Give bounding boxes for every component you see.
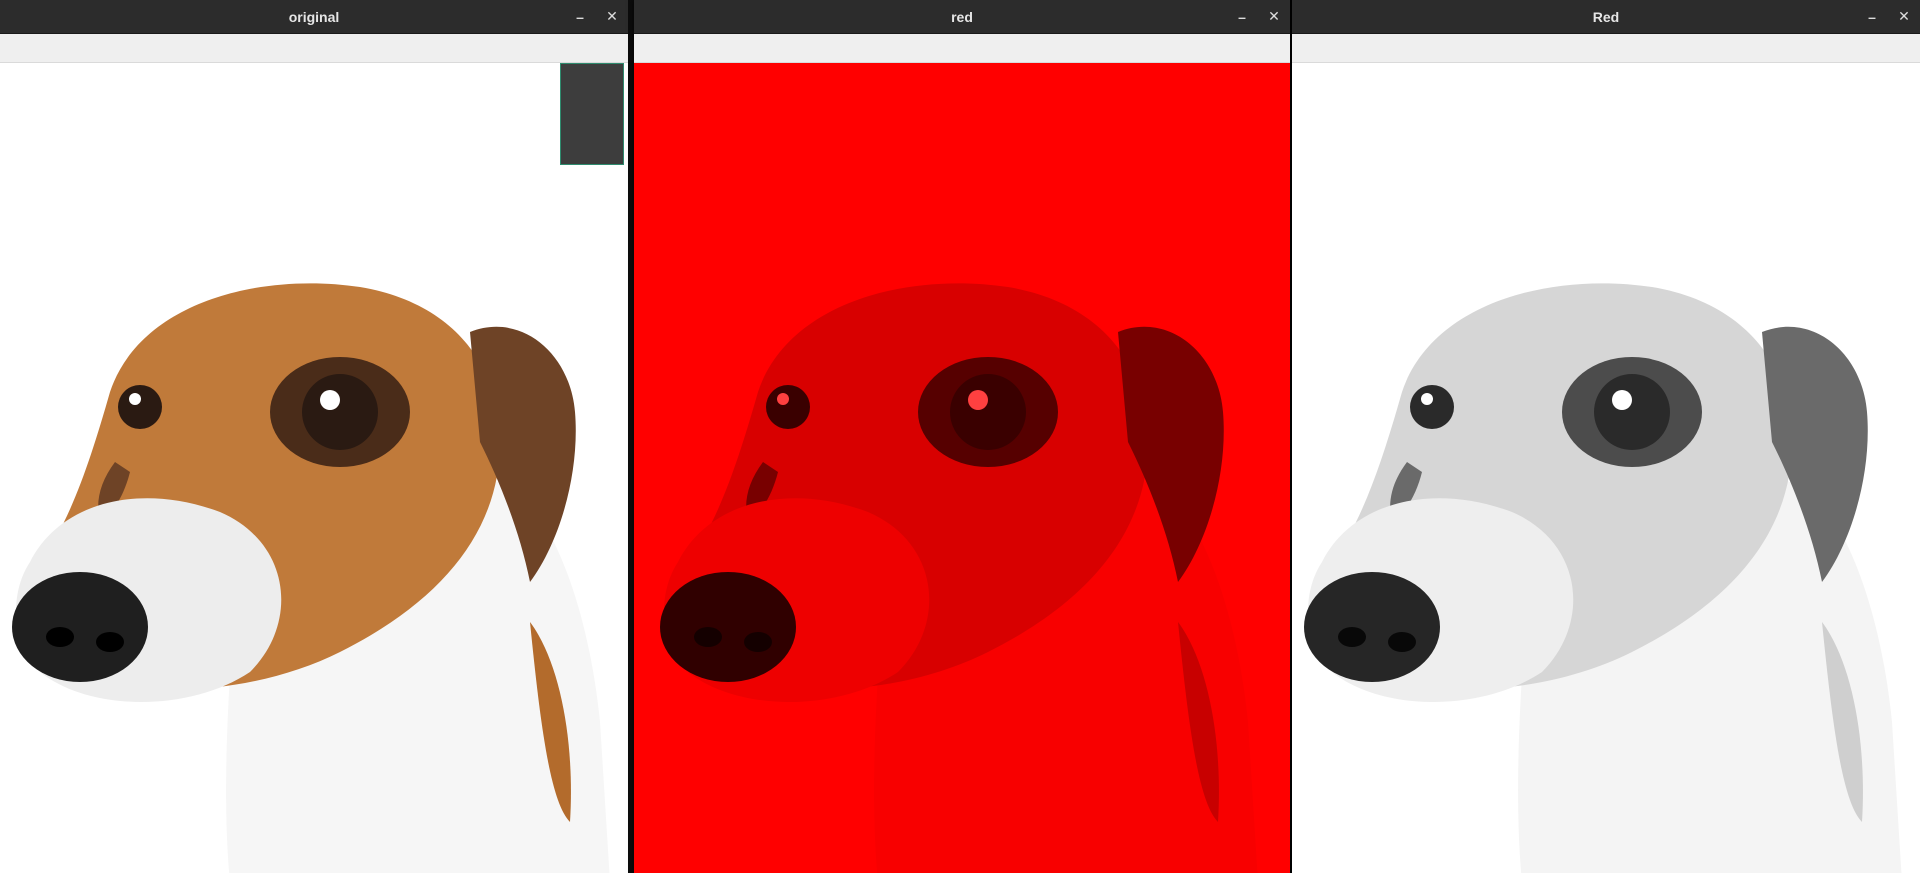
window-title: original: [288, 8, 340, 25]
toolbar: [0, 34, 628, 63]
toolbar: [1292, 34, 1920, 63]
dog-image-color: [12, 283, 610, 873]
selection-rectangle[interactable]: [560, 63, 624, 165]
dog-image-red-channel: [660, 283, 1258, 873]
window-red: red – ✕: [634, 0, 1290, 873]
titlebar[interactable]: Red – ✕: [1292, 0, 1920, 34]
minimize-icon[interactable]: –: [1234, 9, 1250, 25]
image-canvas-grayscale[interactable]: [1292, 63, 1920, 873]
window-original: original – ✕: [0, 0, 628, 873]
close-icon[interactable]: ✕: [604, 8, 620, 25]
image-canvas-original[interactable]: [0, 63, 628, 873]
close-icon[interactable]: ✕: [1896, 8, 1912, 25]
dog-image-grayscale: [1304, 283, 1902, 873]
window-title: red: [951, 8, 973, 25]
titlebar[interactable]: original – ✕: [0, 0, 628, 34]
toolbar: [634, 34, 1290, 63]
minimize-icon[interactable]: –: [572, 9, 588, 25]
window-title: Red: [1592, 8, 1620, 25]
titlebar[interactable]: red – ✕: [634, 0, 1290, 34]
close-icon[interactable]: ✕: [1266, 8, 1282, 25]
window-red-grayscale: Red – ✕: [1292, 0, 1920, 873]
window-controls: – ✕: [1864, 0, 1912, 33]
window-controls: – ✕: [572, 0, 620, 33]
window-controls: – ✕: [1234, 0, 1282, 33]
image-canvas-red[interactable]: [634, 63, 1290, 873]
minimize-icon[interactable]: –: [1864, 9, 1880, 25]
